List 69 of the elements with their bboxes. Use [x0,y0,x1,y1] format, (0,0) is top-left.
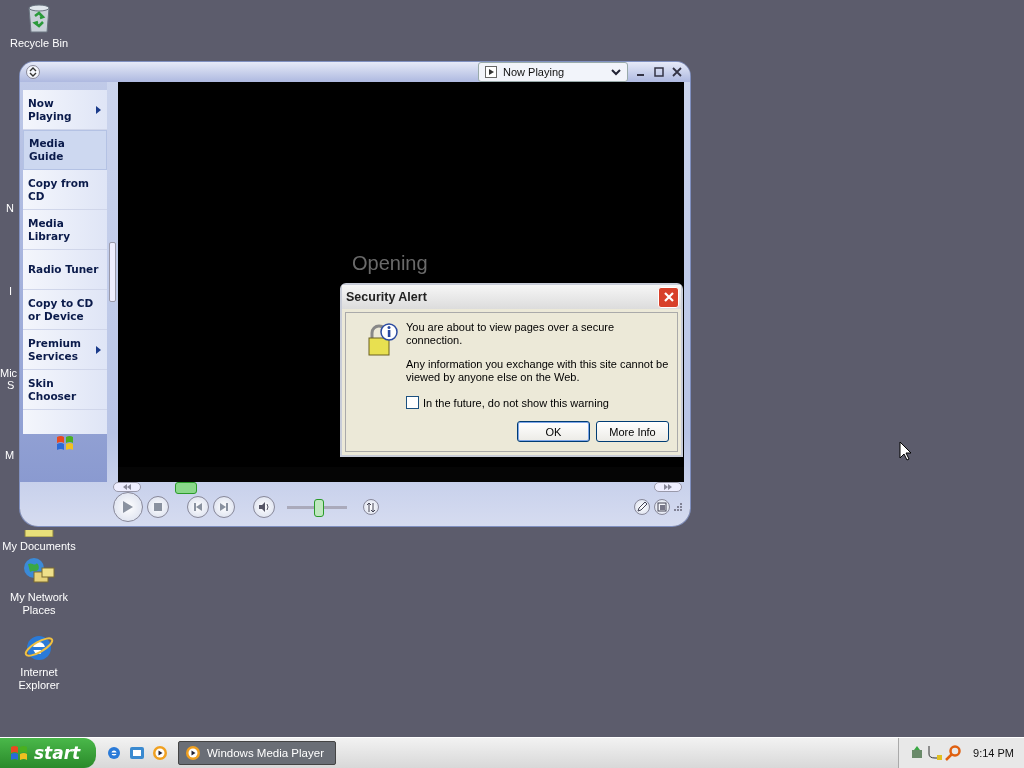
mouse-cursor-icon [899,441,912,461]
feature-tab[interactable]: Skin Chooser [23,370,107,410]
shuffle-button[interactable] [363,499,379,515]
feature-tab[interactable]: Premium Services [23,330,107,370]
desktop-icon-label: S [7,379,15,391]
dialog-message: You are about to view pages over a secure connection. [406,321,616,347]
desktop-icon-label[interactable]: Internet Explorer [1,666,77,692]
view-dropdown[interactable]: Now Playing [478,62,628,82]
resize-grip-icon[interactable] [674,503,682,511]
pen-icon [637,502,647,512]
close-button[interactable] [658,286,679,308]
media-player-icon[interactable] [152,745,168,761]
windows-logo-icon [56,434,74,452]
rewind-button[interactable] [113,482,141,492]
menu-toggle-button[interactable] [26,65,40,79]
previous-icon [193,502,203,512]
feature-tab[interactable]: Copy to CD or Device [23,290,107,330]
media-player-icon [185,745,201,761]
status-text: Opening [352,252,428,275]
stop-button[interactable] [147,496,169,518]
next-button[interactable] [213,496,235,518]
maximize-icon[interactable] [654,67,664,77]
pen-button[interactable] [634,499,650,515]
speaker-icon [258,502,270,512]
play-icon [122,500,134,514]
desktop-icon-label: Mic [0,367,18,379]
up-down-arrows-icon [367,502,375,512]
next-icon [219,502,229,512]
collapse-handle[interactable] [109,242,116,302]
stop-icon [154,503,162,511]
volume-slider-thumb[interactable] [314,498,324,517]
padlock-info-icon [366,323,398,357]
close-icon [662,291,675,303]
play-page-icon [485,66,497,78]
clock: 9:14 PM [973,747,1014,759]
folder-icon[interactable] [23,530,55,537]
windows-logo-icon [10,744,28,762]
feature-tab[interactable]: Copy from CD [23,170,107,210]
mini-mode-icon [657,502,667,512]
desktop-icon-label: M [5,449,15,461]
dialog-title: Security Alert [346,290,428,304]
mute-button[interactable] [253,496,275,518]
fast-forward-button[interactable] [654,482,682,492]
up-down-caret-icon [28,67,38,77]
taskbar-button[interactable]: Windows Media Player [178,741,336,765]
dialog-button[interactable]: OK [517,421,590,442]
play-button[interactable] [113,492,143,522]
mini-mode-button[interactable] [654,499,670,515]
caret-icon [611,68,621,76]
desktop-icon-label: I [9,285,13,297]
close-icon[interactable] [672,67,682,77]
previous-button[interactable] [187,496,209,518]
desktop-icon[interactable] [129,745,145,761]
desktop-icon-label[interactable]: My Documents [1,540,77,553]
dialog-message: Any information you exchange with this site cannot be viewed by anyone else on the Web. [406,358,669,384]
seek-slider-thumb[interactable] [175,482,198,494]
fast-forward-icon [663,484,673,490]
tray-plug-icon[interactable] [927,745,944,761]
desktop-icon-label[interactable]: Recycle Bin [1,37,77,50]
feature-tab[interactable]: Media Guide [23,130,107,170]
checkbox-label[interactable]: In the future, do not show this warning [423,396,609,409]
browser-e-icon[interactable] [106,745,122,761]
desktop-icon-label[interactable]: My Network Places [1,591,77,617]
desktop-icon-label: N [6,202,14,214]
checkbox[interactable] [406,396,419,409]
dialog-button[interactable]: More Info [596,421,669,442]
rewind-icon [122,484,132,490]
feature-tab[interactable]: Radio Tuner [23,250,107,290]
feature-tab[interactable]: Media Library [23,210,107,250]
